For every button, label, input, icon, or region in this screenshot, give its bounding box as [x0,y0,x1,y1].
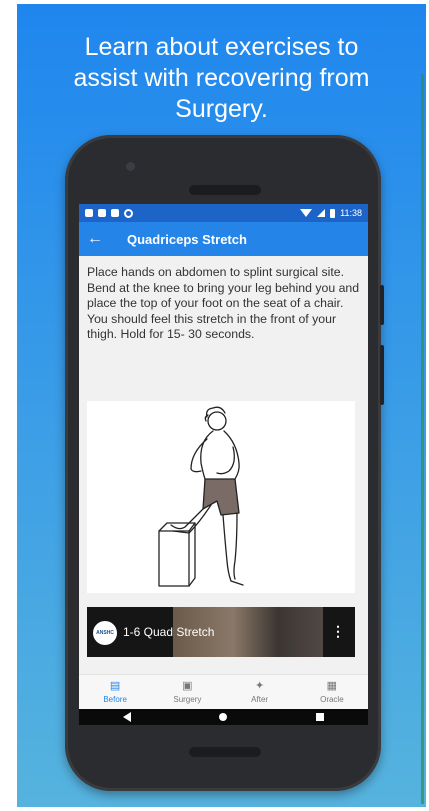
phone-screen: 11:38 ← Quadriceps Stretch Place hands o… [79,204,368,725]
headline-line-2: assist with recovering from [73,64,370,92]
volume-button [380,345,384,405]
nav-item-oracle[interactable]: ▦ Oracle [296,675,368,710]
signal-icon [317,209,326,217]
nav-label-oracle: Oracle [320,695,344,704]
hospital-bed-icon: ▣ [182,680,193,692]
status-bar: 11:38 [79,204,368,222]
headline-line-3: Surgery. [175,95,268,123]
front-camera [126,162,135,171]
system-navigation-bar [79,709,368,725]
recents-square-icon[interactable] [315,713,324,721]
promo-headline: Learn about exercises to assist with rec… [17,32,426,125]
nav-label-after: After [251,695,269,704]
nav-label-before: Before [103,695,127,704]
bottom-navigation: ▤ Before ▣ Surgery ✦ After ▦ Oracle [79,674,368,710]
home-circle-icon[interactable] [219,713,228,721]
headline-line-1: Learn about exercises to [84,33,359,61]
bottom-speaker [189,747,261,757]
nav-item-surgery[interactable]: ▣ Surgery [151,675,223,710]
exercise-content[interactable]: Place hands on abdomen to splint surgica… [79,256,368,674]
walking-person-icon: ✦ [255,680,265,692]
more-vert-icon[interactable]: ⋮ [331,623,345,640]
phone-frame: 11:38 ← Quadriceps Stretch Place hands o… [65,135,384,791]
status-time: 11:38 [340,208,362,218]
page-title: Quadriceps Stretch [127,231,247,247]
app-bar: ← Quadriceps Stretch [79,222,368,256]
sd-card-icon [111,209,119,217]
sync-icon [124,208,133,218]
stretch-figure-drawing [158,406,244,587]
exercise-illustration [87,401,355,593]
back-triangle-icon[interactable] [123,712,132,722]
edge-accent [421,74,424,804]
nav-item-before[interactable]: ▤ Before [79,675,151,710]
notification-icon [85,209,93,217]
exercise-description: Place hands on abdomen to splint surgica… [87,265,360,341]
battery-icon [330,208,336,218]
nav-label-surgery: Surgery [173,695,202,704]
video-player[interactable]: ANSHC 1-6 Quad Stretch ⋮ [87,607,355,657]
nav-item-after[interactable]: ✦ After [224,675,296,710]
channel-logo: ANSHC [93,621,117,645]
power-button [380,285,384,325]
arrow-left-icon[interactable]: ← [87,230,107,248]
video-title: 1-6 Quad Stretch [123,625,215,639]
clipboard-icon: ▤ [109,680,121,692]
wifi-icon [300,209,313,217]
document-icon: ▦ [326,680,338,692]
earpiece-speaker [189,185,261,195]
image-icon [98,209,106,217]
